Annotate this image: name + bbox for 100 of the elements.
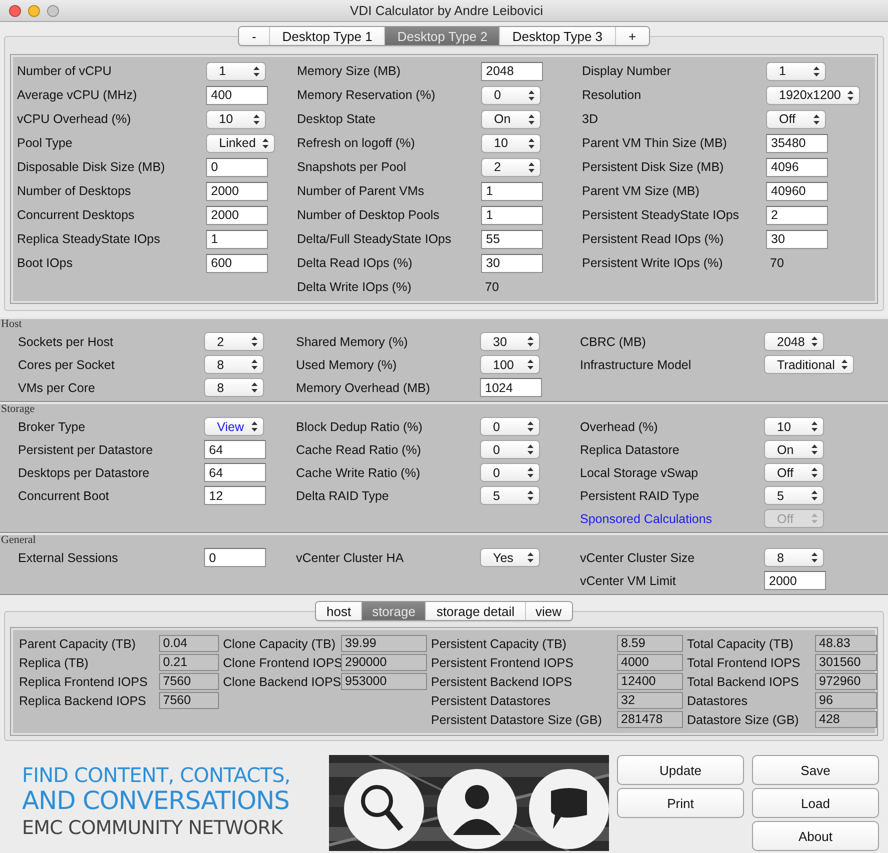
- result-label: Datastores: [687, 694, 748, 708]
- dropdown[interactable]: Yes: [480, 548, 540, 567]
- dropdown[interactable]: 1: [766, 62, 826, 80]
- up-down-arrows-icon: [528, 114, 535, 124]
- tab[interactable]: view: [526, 602, 572, 620]
- result-value: 428: [815, 711, 877, 728]
- field-label: Delta Write IOps (%): [297, 280, 412, 294]
- dropdown[interactable]: Linked: [206, 134, 275, 152]
- dropdown[interactable]: 1: [206, 62, 266, 80]
- up-down-arrows-icon: [813, 114, 820, 124]
- input-field[interactable]: 0: [204, 548, 266, 567]
- input-field[interactable]: 35480: [766, 134, 828, 152]
- dropdown[interactable]: 0: [480, 417, 540, 436]
- field-label: Persistent per Datastore: [18, 442, 154, 456]
- dropdown[interactable]: 8: [204, 355, 264, 374]
- action-button[interactable]: Load: [752, 788, 879, 818]
- input-field[interactable]: 4096: [766, 158, 828, 176]
- tab[interactable]: Desktop Type 2: [385, 27, 500, 45]
- section-title: Host: [0, 319, 22, 330]
- dropdown[interactable]: On: [481, 110, 541, 128]
- action-button[interactable]: Print: [617, 788, 744, 818]
- dropdown[interactable]: 8: [204, 378, 264, 397]
- result-value: 7560: [159, 692, 219, 709]
- input-field[interactable]: 2048: [481, 62, 543, 80]
- banner-text: AND CONVERSATIONS: [22, 787, 290, 815]
- dropdown[interactable]: Traditional: [764, 355, 854, 374]
- field-label: 3D: [582, 112, 599, 126]
- field-label: Shared Memory (%): [296, 334, 409, 348]
- result-label: Total Capacity (TB): [687, 636, 794, 650]
- field-label: Persistent Write IOps (%): [582, 256, 724, 270]
- field-label: Replica Datastore: [580, 442, 680, 456]
- zoom-button[interactable]: [47, 4, 59, 16]
- field-label: Memory Size (MB): [297, 64, 402, 78]
- input-field[interactable]: 1: [481, 182, 543, 200]
- up-down-arrows-icon: [527, 490, 534, 501]
- input-field[interactable]: 55: [481, 230, 543, 248]
- input-field[interactable]: 64: [204, 440, 266, 459]
- result-value: 8.59: [617, 635, 683, 652]
- field-label: Average vCPU (MHz): [17, 88, 138, 102]
- action-button[interactable]: About: [752, 821, 879, 851]
- input-field[interactable]: 12: [204, 486, 266, 505]
- input-field[interactable]: 1024: [480, 378, 542, 397]
- field-label: Concurrent Boot: [18, 488, 110, 502]
- dropdown[interactable]: 1920x1200: [766, 86, 860, 104]
- dropdown[interactable]: 2048: [764, 332, 824, 351]
- dropdown[interactable]: 2: [204, 332, 264, 351]
- close-button[interactable]: [9, 4, 21, 16]
- dropdown[interactable]: 5: [764, 486, 824, 505]
- input-field[interactable]: 2000: [206, 182, 268, 200]
- field-label: Resolution: [582, 88, 642, 102]
- tab[interactable]: +: [616, 27, 650, 45]
- dropdown[interactable]: Off: [766, 110, 826, 128]
- dropdown[interactable]: 2: [481, 158, 541, 176]
- input-field[interactable]: 64: [204, 463, 266, 482]
- dropdown[interactable]: 0: [481, 86, 541, 104]
- dropdown[interactable]: 0: [480, 463, 540, 482]
- input-field[interactable]: 30: [766, 230, 828, 248]
- dropdown[interactable]: 10: [206, 110, 266, 128]
- input-field[interactable]: 0: [206, 158, 268, 176]
- tab[interactable]: -: [238, 27, 270, 45]
- dropdown[interactable]: Off: [764, 463, 824, 482]
- action-button[interactable]: Update: [617, 755, 744, 785]
- result-label: Replica (TB): [19, 656, 90, 670]
- field-label: Desktops per Datastore: [18, 466, 150, 480]
- tab[interactable]: Desktop Type 1: [270, 27, 386, 45]
- result-label: Clone Capacity (TB): [223, 636, 337, 650]
- field-label: Number of Desktop Pools: [297, 208, 440, 222]
- minimize-button[interactable]: [28, 4, 40, 16]
- input-field[interactable]: 40960: [766, 182, 828, 200]
- link[interactable]: Sponsored Calculations: [580, 512, 764, 526]
- action-button[interactable]: Save: [752, 755, 879, 785]
- dropdown[interactable]: 100: [480, 355, 540, 374]
- input-field[interactable]: 30: [481, 254, 543, 272]
- dropdown[interactable]: 10: [764, 417, 824, 436]
- tab[interactable]: Desktop Type 3: [500, 27, 616, 45]
- dropdown[interactable]: 5: [480, 486, 540, 505]
- up-down-arrows-icon: [811, 444, 818, 455]
- dropdown[interactable]: 30: [480, 332, 540, 351]
- dropdown[interactable]: View: [204, 417, 264, 436]
- dropdown[interactable]: 0: [480, 440, 540, 459]
- input-field[interactable]: 2000: [764, 571, 826, 590]
- input-field[interactable]: 400: [206, 86, 268, 104]
- field-label: Persistent Read IOps (%): [582, 232, 725, 246]
- input-field[interactable]: 600: [206, 254, 268, 272]
- up-down-arrows-icon: [528, 90, 535, 100]
- input-field[interactable]: 1: [481, 206, 543, 224]
- dropdown[interactable]: 8: [764, 548, 824, 567]
- input-field[interactable]: 2000: [206, 206, 268, 224]
- dropdown[interactable]: 10: [481, 134, 541, 152]
- result-value: 7560: [159, 673, 219, 690]
- result-label: Total Backend IOPS: [687, 674, 800, 688]
- field-label: Number of vCPU: [17, 64, 112, 78]
- input-field[interactable]: 2: [766, 206, 828, 224]
- input-field[interactable]: 1: [206, 230, 268, 248]
- up-down-arrows-icon: [811, 336, 818, 347]
- tab[interactable]: storage: [362, 602, 426, 620]
- tab[interactable]: storage detail: [426, 602, 526, 620]
- up-down-arrows-icon: [846, 90, 854, 100]
- dropdown[interactable]: On: [764, 440, 824, 459]
- tab[interactable]: host: [316, 602, 362, 620]
